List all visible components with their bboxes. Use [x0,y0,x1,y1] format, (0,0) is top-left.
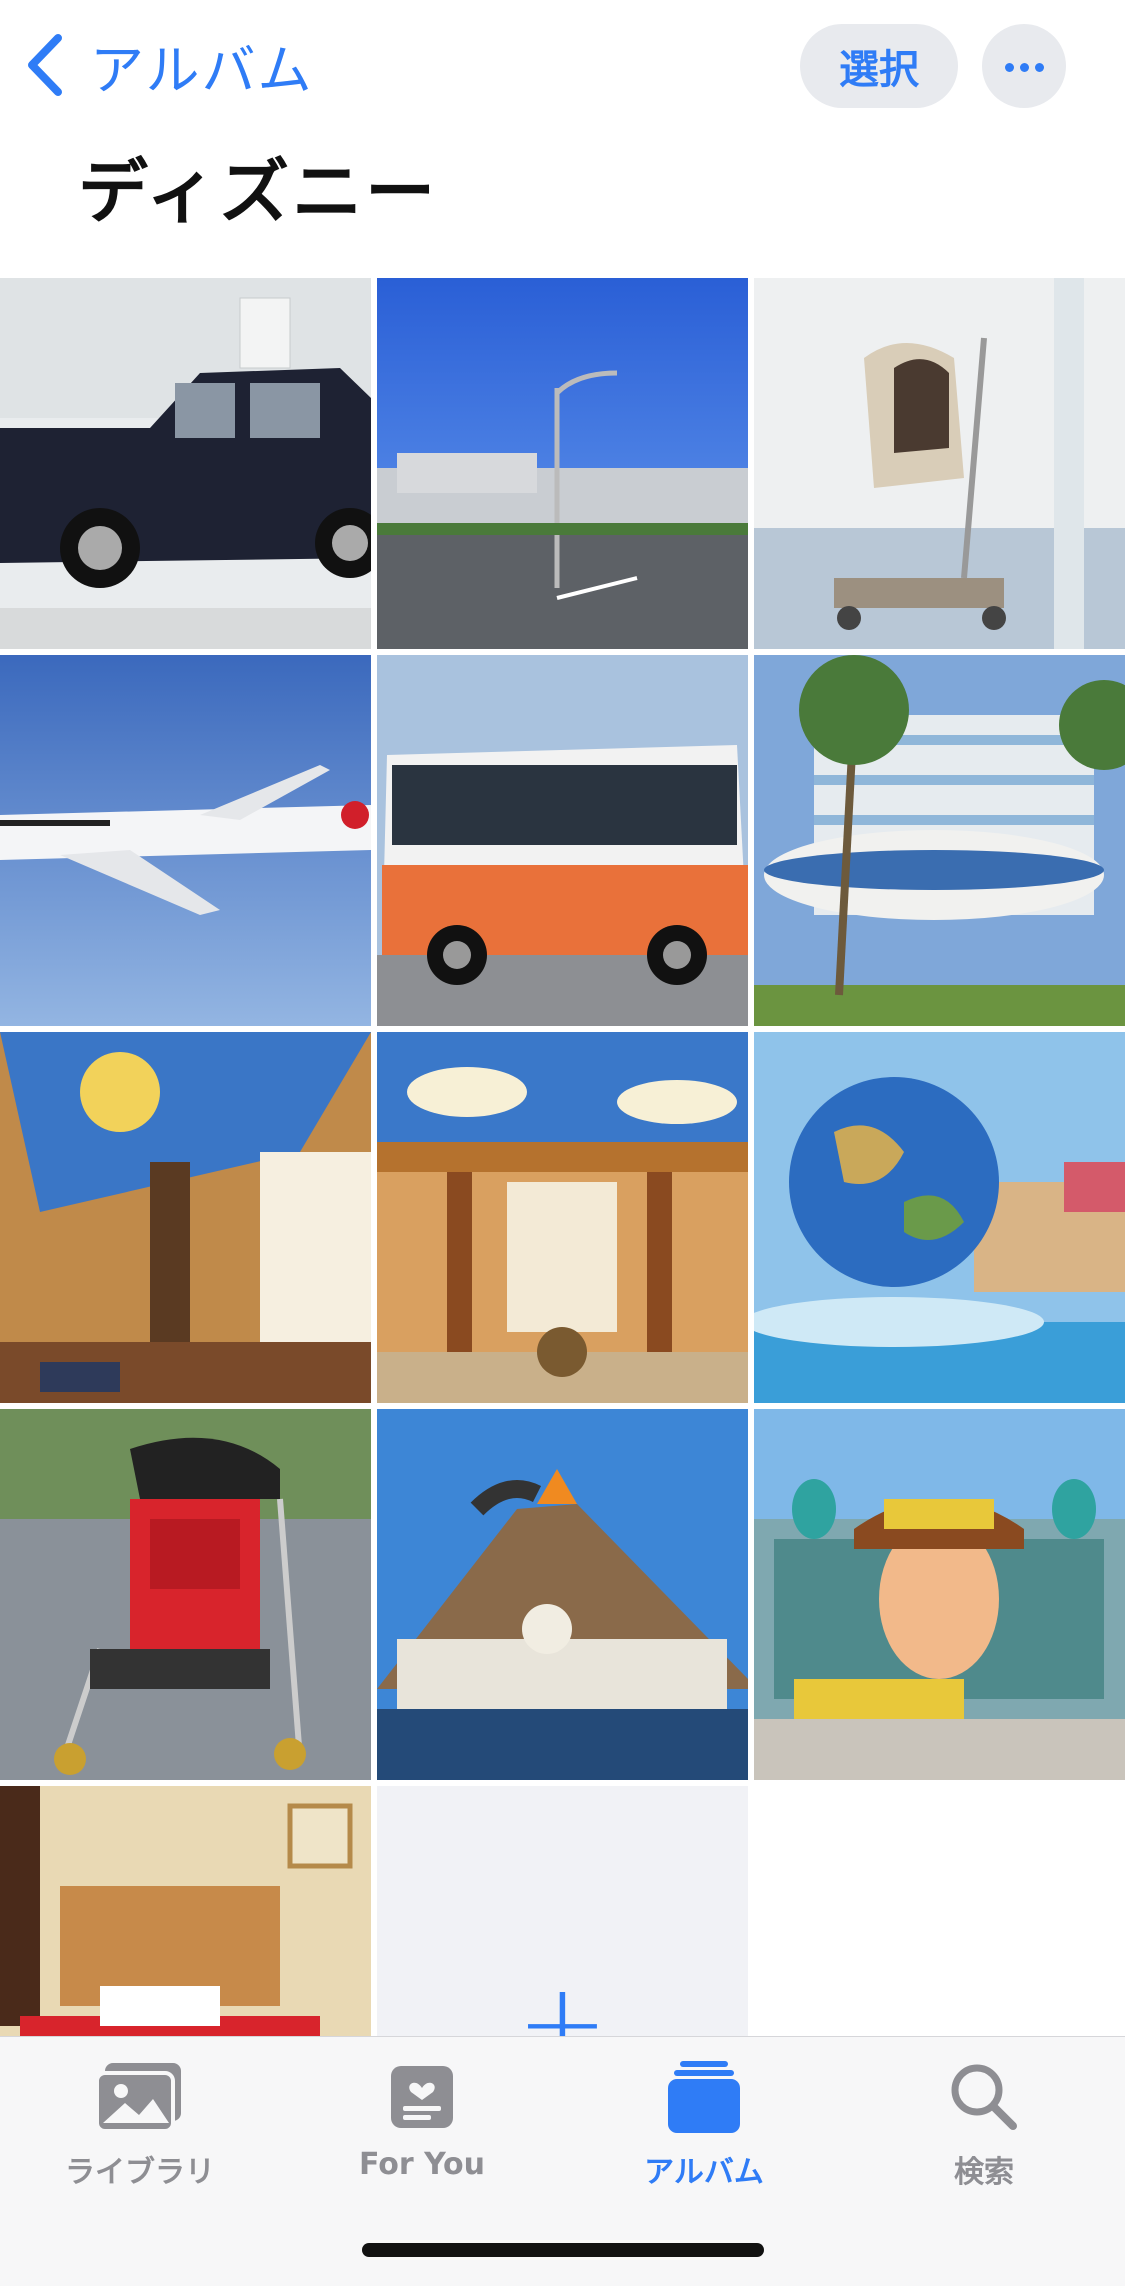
chevron-left-icon [28,34,62,96]
more-button[interactable] [982,24,1066,108]
tab-for-you[interactable]: For You [322,2057,522,2182]
photo-stroller[interactable] [0,1409,371,1780]
navigation-bar: アルバム 選択 [0,0,1125,130]
photo-limousine-bus[interactable] [377,655,748,1026]
photo-hotel-exterior[interactable] [754,655,1125,1026]
photo-hotel-lobby-2[interactable] [377,1032,748,1403]
tab-search[interactable]: 検索 [884,2057,1084,2191]
ellipsis-icon [1002,57,1047,76]
photo-airplane[interactable] [0,655,371,1026]
select-button[interactable]: 選択 [800,24,958,108]
back-button-label: アルバム [90,38,314,102]
album-screen: アルバム 選択 ディズニー + ライブラリ For You アルバム 検索 [0,0,1125,2286]
albums-icon [659,2057,749,2137]
home-indicator [362,2243,764,2257]
photo-baby-cart[interactable] [754,278,1125,649]
tab-albums[interactable]: アルバム [604,2057,804,2191]
library-icon [95,2057,185,2137]
tab-for-you-label: For You [358,2147,486,2182]
for-you-icon [377,2057,467,2137]
photo-toy-story-mania[interactable] [754,1409,1125,1780]
search-icon [939,2057,1029,2137]
tab-albums-label: アルバム [644,2155,764,2190]
page-title: ディズニー [78,151,439,233]
back-button[interactable]: アルバム [22,30,313,102]
photo-aquasphere[interactable] [754,1032,1125,1403]
tab-search-label: 検索 [954,2155,1014,2190]
photo-airport-road[interactable] [377,278,748,649]
photo-taxi[interactable] [0,278,371,649]
photo-volcano[interactable] [377,1409,748,1780]
tab-library[interactable]: ライブラリ [40,2057,240,2191]
tab-library-label: ライブラリ [65,2155,215,2190]
photo-hotel-lobby-1[interactable] [0,1032,371,1403]
